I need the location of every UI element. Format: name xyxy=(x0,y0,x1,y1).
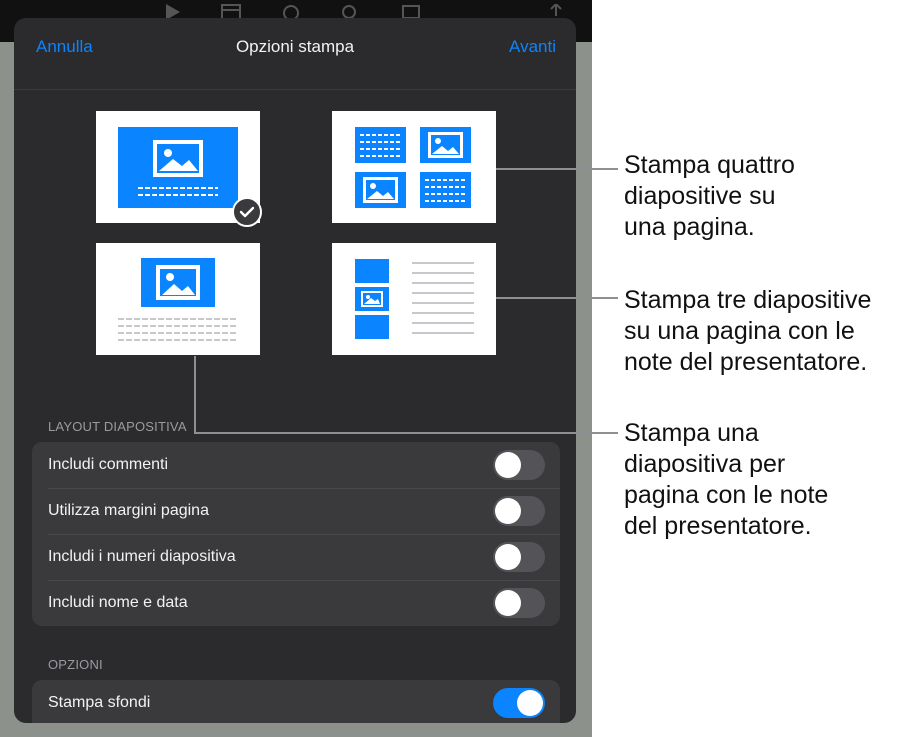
leader-line-one-slide-notes-vertical xyxy=(194,356,196,434)
one-slide-notes-thumbnail xyxy=(118,258,238,341)
toggle-knob xyxy=(517,690,543,716)
divider xyxy=(14,89,576,90)
row-label: Includi i numeri diapositiva xyxy=(48,548,236,565)
print-backgrounds-toggle[interactable] xyxy=(493,688,545,718)
leader-line-one-slide-notes xyxy=(194,432,618,434)
leader-line-four-slides xyxy=(496,168,618,170)
options-group: Stampa sfondi xyxy=(32,680,560,723)
layout-option-one-slide-notes[interactable] xyxy=(96,243,260,355)
use-page-margins-toggle[interactable] xyxy=(493,496,545,526)
toggle-knob xyxy=(495,590,521,616)
row-include-slide-numbers: Includi i numeri diapositiva xyxy=(32,534,560,580)
row-print-backgrounds: Stampa sfondi xyxy=(32,680,560,723)
toggle-group: Includi commenti Utilizza margini pagina… xyxy=(32,442,560,626)
four-slides-thumbnail xyxy=(355,127,471,208)
layout-option-three-slides-notes[interactable] xyxy=(332,243,496,355)
include-comments-toggle[interactable] xyxy=(493,450,545,480)
row-include-comments: Includi commenti xyxy=(32,442,560,488)
include-name-date-toggle[interactable] xyxy=(493,588,545,618)
selected-check-icon xyxy=(232,197,262,227)
toggle-knob xyxy=(495,544,521,570)
include-slide-numbers-toggle[interactable] xyxy=(493,542,545,572)
next-button[interactable]: Avanti xyxy=(509,37,556,57)
row-label: Stampa sfondi xyxy=(48,694,151,711)
callout-three-slides-notes: Stampa tre diapositive su una pagina con… xyxy=(624,286,872,376)
section-label-options: OPZIONI xyxy=(48,657,103,672)
row-label: Includi nome e data xyxy=(48,594,188,611)
leader-line-three-slides xyxy=(496,297,618,299)
page-title: Opzioni stampa xyxy=(235,37,355,56)
callout-four-slides: Stampa quattro diapositive su una pagina… xyxy=(624,151,795,241)
row-label: Utilizza margini pagina xyxy=(48,502,209,519)
callout-one-slide-notes: Stampa una diapositiva per pagina con le… xyxy=(624,419,829,540)
three-slides-notes-thumbnail xyxy=(355,259,474,339)
print-options-sheet: Annulla Opzioni stampa Avanti LAYOUT DIA… xyxy=(14,18,576,723)
layout-option-four-slides[interactable] xyxy=(332,111,496,223)
section-label-slide-layout: LAYOUT DIAPOSITIVA xyxy=(48,419,187,434)
nav-bar: Annulla Opzioni stampa Avanti xyxy=(14,18,576,74)
toggle-knob xyxy=(495,452,521,478)
row-use-page-margins: Utilizza margini pagina xyxy=(32,488,560,534)
row-label: Includi commenti xyxy=(48,456,169,473)
toggle-knob xyxy=(495,498,521,524)
row-include-name-date: Includi nome e data xyxy=(32,580,560,626)
